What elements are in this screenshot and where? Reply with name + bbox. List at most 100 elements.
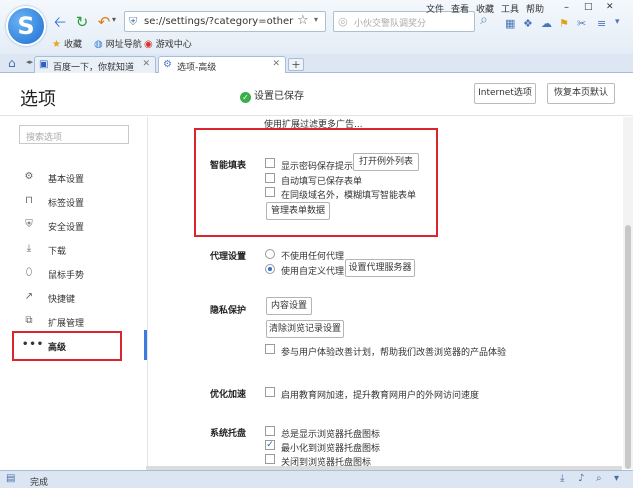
star-dropdown-icon[interactable]: ▾	[314, 15, 318, 24]
maximize-icon[interactable]: □	[584, 2, 593, 12]
address-text[interactable]: se://settings/?category=other	[144, 16, 293, 27]
section-label-acceleration: 优化加速	[210, 390, 247, 400]
search-input[interactable]: 搜索选项	[19, 125, 129, 144]
page-header: 选项 ✓ 设置已保存 Internet选项 恢复本页默认	[0, 74, 633, 116]
game-icon: ◉	[144, 39, 153, 50]
checkbox-close-to-tray[interactable]	[265, 454, 275, 464]
shield-icon: ⛨	[25, 219, 33, 230]
clear-history-settings-button[interactable]: 清除浏览记录设置	[266, 320, 344, 338]
puzzle-icon[interactable]: ❖	[523, 17, 533, 30]
sidebar-item-basic[interactable]: ⚙ 基本设置	[0, 168, 148, 188]
status-icons: ⤓ ♪ ⌕ ▾	[560, 473, 632, 487]
back-icon[interactable]: 🡠	[52, 14, 68, 30]
close-icon[interactable]: ✕	[142, 59, 150, 69]
undo-dropdown-icon[interactable]: ▾	[112, 15, 116, 24]
list-icon[interactable]: ≡	[597, 17, 606, 30]
browser-logo[interactable]: S	[6, 6, 46, 46]
chevron-down-icon[interactable]: ▾	[615, 17, 620, 27]
menu-favorites[interactable]: 收藏	[476, 2, 494, 15]
status-bar: ▤ 完成 ⤓ ♪ ⌕ ▾	[0, 470, 633, 488]
checkbox-always-show-tray[interactable]	[265, 426, 275, 436]
bookmark-games[interactable]: ◉ 游戏中心	[144, 37, 192, 50]
option-label: 不使用任何代理	[281, 252, 345, 262]
status-text: 完成	[30, 478, 49, 488]
checkbox-show-password-prompt[interactable]	[265, 158, 275, 168]
bell-icon[interactable]: ⚑	[559, 17, 569, 30]
menu-help[interactable]: 帮助	[526, 2, 544, 15]
menu-view[interactable]: 查看	[451, 2, 469, 15]
menu-tools[interactable]: 工具	[501, 2, 519, 15]
tab-baidu[interactable]: ▣ 百度一下，你就知道 ✕	[34, 56, 156, 73]
refresh-icon[interactable]: ↻	[74, 14, 90, 30]
address-bar[interactable]: ⛨ se://settings/?category=other	[124, 11, 326, 32]
checkbox-user-experience[interactable]	[265, 344, 275, 354]
bookmark-nav[interactable]: ◍ 网址导航	[94, 37, 142, 50]
search-placeholder: 小伙交警队调奖分	[354, 19, 427, 29]
minimize-icon[interactable]: –	[564, 2, 569, 13]
download-icon[interactable]: ⤓	[560, 473, 564, 484]
sidebar-item-security[interactable]: ⛨ 安全设置	[0, 216, 148, 236]
open-exception-list-button[interactable]: 打开例外列表	[353, 153, 419, 171]
section-label-tray: 系统托盘	[210, 429, 247, 439]
check-icon: ✓	[240, 92, 251, 103]
scrollbar-thumb[interactable]	[625, 225, 631, 469]
windows-icon[interactable]: ▦	[505, 17, 515, 30]
option-label: 在同级域名外，模糊填写智能表单	[281, 191, 417, 201]
sidebar-item-download[interactable]: ⤓ 下载	[0, 240, 148, 260]
option-label: 显示密码保存提示	[281, 162, 354, 172]
page-icon: ▤	[6, 473, 16, 484]
close-icon[interactable]: ✕	[272, 59, 280, 69]
page-icon: ▣	[39, 59, 49, 70]
radio-no-proxy[interactable]	[265, 249, 275, 259]
option-label: 参与用户体验改善计划，帮助我们改善浏览器的产品体验	[281, 348, 507, 358]
tab-bar: ⌂ ◂▸ ▣ 百度一下，你就知道 ✕ ⚙ 选项-高级 ✕ +	[0, 54, 633, 73]
search-engine-icon[interactable]: ◎	[338, 15, 348, 28]
sidebar: 搜索选项 ⚙ 基本设置 ⊓ 标签设置 ⛨ 安全设置 ⤓ 下载 ⬯ 鼠标手势 ↗ …	[0, 117, 148, 469]
tab-scroll-icon[interactable]: ◂▸	[26, 58, 33, 66]
menu-file[interactable]: 文件	[426, 2, 444, 15]
screenshot-icon[interactable]: ✂	[577, 17, 586, 30]
option-label: 总是显示浏览器托盘图标	[281, 430, 381, 440]
undo-icon[interactable]: ↶	[96, 14, 112, 30]
close-icon[interactable]: ✕	[606, 2, 614, 12]
volume-icon[interactable]: ♪	[578, 473, 584, 484]
zoom-icon[interactable]: ⌕	[596, 473, 602, 484]
shield-icon: ⛨	[129, 15, 138, 28]
sidebar-item-mouse-gesture[interactable]: ⬯ 鼠标手势	[0, 264, 148, 284]
star-icon: ★	[52, 39, 61, 50]
tab-icon: ⊓	[25, 195, 33, 206]
sidebar-item-shortcut[interactable]: ↗ 快捷键	[0, 288, 148, 308]
setup-proxy-button[interactable]: 设置代理服务器	[345, 259, 415, 277]
manage-form-data-button[interactable]: 管理表单数据	[266, 202, 330, 220]
internet-options-button[interactable]: Internet选项	[474, 83, 536, 104]
checkbox-minimize-to-tray[interactable]: ✓	[265, 440, 275, 450]
checkbox-fuzzy-fill[interactable]	[265, 187, 275, 197]
section-label-privacy: 隐私保护	[210, 306, 247, 316]
extension-icon: ⧉	[25, 315, 33, 326]
radio-custom-proxy[interactable]	[265, 264, 275, 274]
tab-options-advanced[interactable]: ⚙ 选项-高级 ✕	[158, 56, 286, 73]
gear-icon: ⚙	[24, 171, 34, 182]
section-label-proxy: 代理设置	[210, 252, 247, 262]
star-icon[interactable]: ☆	[297, 13, 309, 28]
bookmark-favorites[interactable]: ★ 收藏	[52, 37, 82, 50]
settings-content: 使用扩展过滤更多广告... 智能填表 显示密码保存提示 打开例外列表 自动填写已…	[149, 117, 623, 469]
globe-icon: ◍	[94, 39, 103, 50]
toolbar-icons: ▦ ❖ ☁ ⚑ ✂ ≡ ▾	[505, 17, 633, 31]
highlight-box	[12, 331, 122, 361]
new-tab-button[interactable]: +	[288, 58, 304, 71]
content-settings-button[interactable]: 内容设置	[266, 297, 312, 315]
sidebar-item-tabs[interactable]: ⊓ 标签设置	[0, 192, 148, 212]
chevron-down-icon[interactable]: ▾	[614, 473, 619, 484]
home-icon[interactable]: ⌂	[8, 56, 16, 70]
checkbox-edu-acceleration[interactable]	[265, 387, 275, 397]
download-icon: ⤓	[26, 243, 32, 254]
sidebar-item-extensions[interactable]: ⧉ 扩展管理	[0, 312, 148, 332]
browser-toolbar: S 🡠 ↻ ↶ ▾ ⛨ se://settings/?category=othe…	[0, 0, 633, 54]
checkbox-autofill-forms[interactable]	[265, 173, 275, 183]
status-badge: ✓ 设置已保存	[240, 87, 304, 103]
cloud-icon[interactable]: ☁	[541, 17, 552, 30]
restore-default-button[interactable]: 恢复本页默认	[547, 83, 615, 104]
option-label: 自动填写已保存表单	[281, 177, 363, 187]
section-label-smart-fill: 智能填表	[210, 161, 247, 171]
